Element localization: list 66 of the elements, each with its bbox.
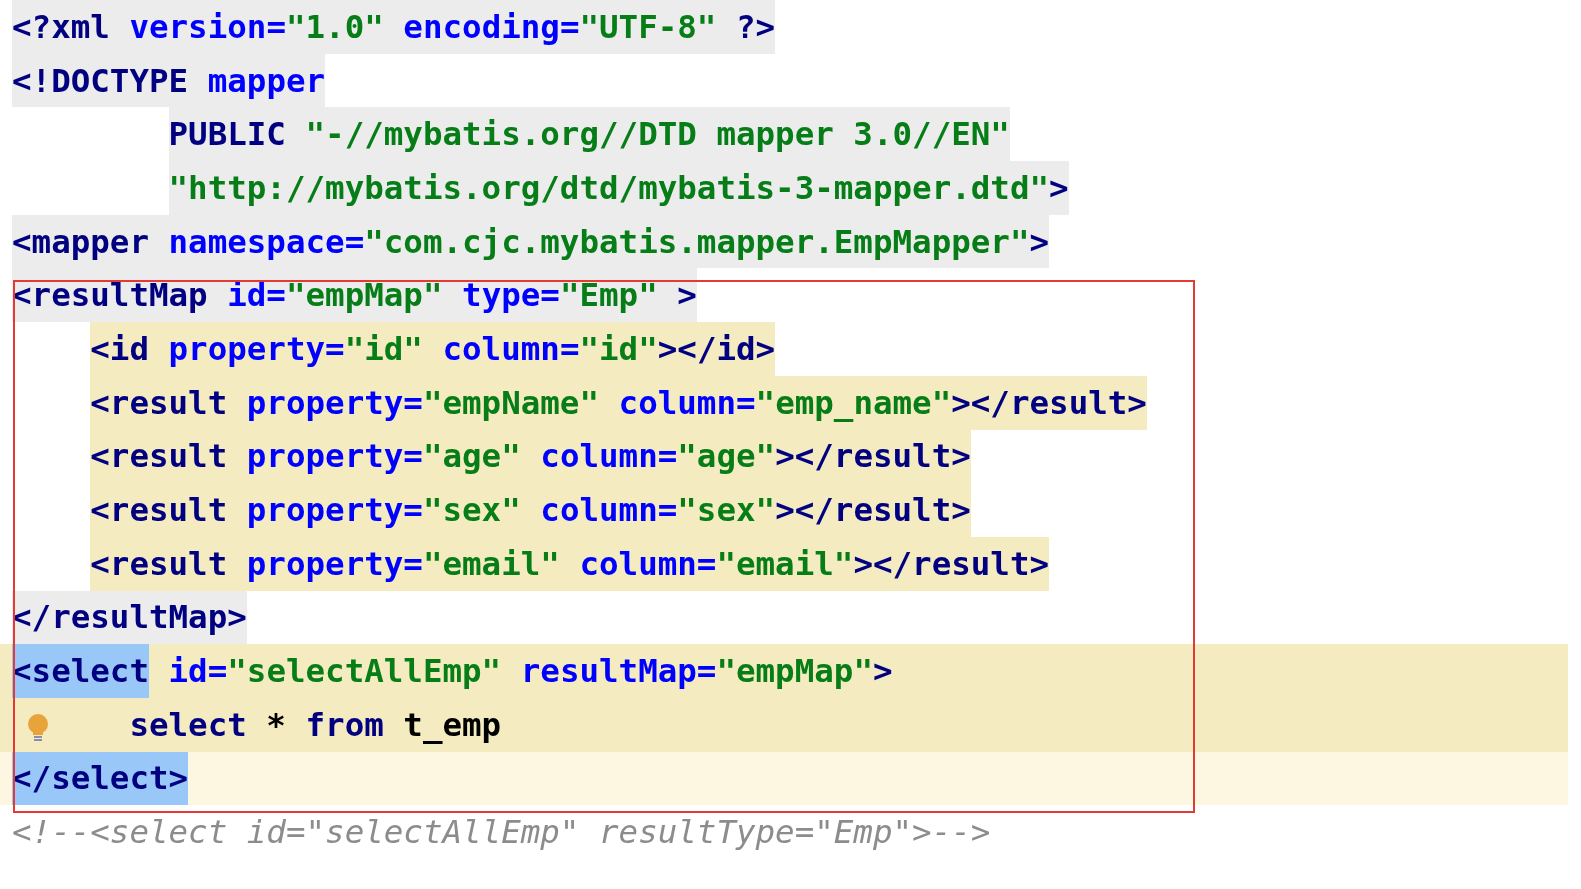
attribute-name: resultMap= [519,652,717,691]
attribute-value: "emp_name" [755,383,952,422]
code-text: * [265,705,287,744]
attribute-value: "empMap" [716,652,873,691]
attribute-name: mapper [206,61,326,100]
attribute-value: "1.0" [285,7,384,46]
attribute-value: "http://mybatis.org/dtd/mybatis-3-mapper.dtd" [168,168,1050,207]
attribute-name: property= [167,329,345,368]
attribute-value: "com.cjc.mybatis.mapper.EmpMapper" [364,222,1030,261]
xml-tag: > [872,652,893,691]
xml-tag: ?> [716,7,776,46]
attribute-name: column= [539,491,678,530]
attribute-name: column= [578,544,717,583]
xml-tag: <result [90,544,228,583]
xml-tag: <result [90,383,228,422]
xml-tag: > [1049,168,1069,207]
attribute-value: "sex" [422,491,521,530]
attribute-name: property= [245,383,423,422]
xml-tag: PUBLIC [168,115,286,154]
attribute-value: "age" [677,437,776,476]
attribute-value: "id" [344,329,423,368]
xml-tag: </resultMap> [12,598,247,637]
attribute-value: "UTF-8" [579,7,717,46]
code-comment: <!--<select id="selectAllEmp" resultType="Emp">--> [12,813,991,852]
attribute-name: type= [461,276,560,315]
xml-tag: <!DOCTYPE [12,61,189,100]
attribute-value: "Emp" [559,276,658,315]
matched-tag: <select [12,644,149,698]
attribute-name: column= [539,437,678,476]
matched-tag: </select> [12,751,189,806]
attribute-name: id= [167,652,228,691]
attribute-value: "sex" [677,491,776,530]
xml-tag: select [129,705,247,744]
xml-tag: > [1029,222,1050,261]
attribute-value: "-//mybatis.org//DTD mapper 3.0//EN" [304,115,1010,154]
xml-tag: ></result> [853,544,1050,583]
attribute-name: namespace= [167,222,365,261]
xml-tag: <id [90,329,149,368]
attribute-name: column= [617,383,756,422]
code-text: t_emp [402,705,502,744]
attribute-name: property= [245,544,423,583]
attribute-name: column= [441,329,580,368]
attribute-name: version= [128,7,286,46]
attribute-name: id= [226,276,286,315]
xml-tag: <resultMap [12,276,208,315]
attribute-name: property= [245,491,423,530]
attribute-name: property= [245,437,423,476]
lightbulb-icon[interactable] [26,712,50,743]
xml-tag: ></id> [657,329,776,368]
attribute-value: "email" [716,544,854,583]
attribute-value: "selectAllEmp" [227,652,502,691]
attribute-value: "age" [422,437,521,476]
attribute-value: "id" [579,329,658,368]
xml-tag: <?xml [12,7,110,46]
attribute-value: "empName" [422,383,599,422]
attribute-name: encoding= [402,7,580,46]
xml-tag: ></result> [775,437,971,476]
xml-tag: <mapper [12,222,149,261]
xml-tag: ></result> [951,383,1147,422]
attribute-value: "empMap" [285,276,443,315]
attribute-value: "email" [422,544,560,583]
xml-tag: <result [90,491,228,530]
xml-tag: from [305,705,384,744]
xml-tag: ></result> [775,491,971,530]
xml-tag: > [657,276,697,315]
xml-tag: <result [90,437,228,476]
